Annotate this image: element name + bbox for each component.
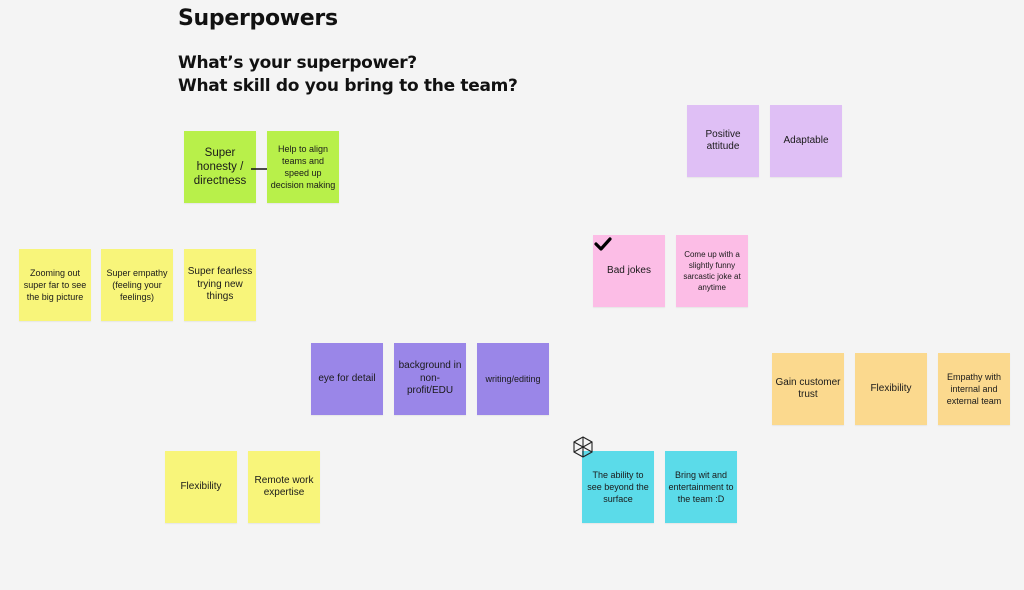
sticky-note[interactable]: Flexibility xyxy=(165,451,237,523)
sticky-note[interactable]: Gain customer trust xyxy=(772,353,844,425)
sticky-note-text: Super empathy (feeling your feelings) xyxy=(106,268,168,302)
sticky-note[interactable]: The ability to see beyond the surface xyxy=(582,451,654,523)
sticky-note[interactable]: Help to align teams and speed up decisio… xyxy=(267,131,339,203)
sticky-note[interactable]: Adaptable xyxy=(770,105,842,177)
sticky-note[interactable]: Empathy with internal and external team xyxy=(938,353,1010,425)
sticky-note-text: Zooming out super far to see the big pic… xyxy=(23,268,87,302)
subtitle-line-2: What skill do you bring to the team? xyxy=(178,76,518,96)
sticky-note-text: Positive attitude xyxy=(705,128,741,153)
sticky-note-text: Flexibility xyxy=(180,480,222,492)
sticky-note[interactable]: background in non-profit/EDU xyxy=(394,343,466,415)
sticky-note[interactable]: Zooming out super far to see the big pic… xyxy=(19,249,91,321)
sticky-note[interactable]: Flexibility xyxy=(855,353,927,425)
sticky-note[interactable]: Positive attitude xyxy=(687,105,759,177)
sticky-note[interactable]: Come up with a slightly funny sarcastic … xyxy=(676,235,748,307)
sticky-note-text: background in non-profit/EDU xyxy=(398,360,462,397)
sticky-note-text: Super honesty / directness xyxy=(193,147,247,187)
sticky-note-text: Come up with a slightly funny sarcastic … xyxy=(683,250,741,292)
sticky-note-text: eye for detail xyxy=(318,372,376,384)
sticky-note[interactable]: eye for detail xyxy=(311,343,383,415)
sticky-note[interactable]: Bring wit and entertainment to the team … xyxy=(665,451,737,523)
checkmark-icon xyxy=(594,237,612,251)
sticky-note-text: Adaptable xyxy=(783,134,829,146)
cube-cursor-icon xyxy=(573,436,593,458)
sticky-note-text: Flexibility xyxy=(870,382,912,394)
sticky-note-text: writing/editing xyxy=(485,374,541,384)
sticky-note-text: Gain customer trust xyxy=(775,376,841,401)
sticky-note-text: Super fearless trying new things xyxy=(187,266,253,303)
board-title: Superpowers xyxy=(178,6,338,31)
sticky-note-text: The ability to see beyond the surface xyxy=(587,470,649,504)
sticky-note-text: Bring wit and entertainment to the team … xyxy=(668,470,734,504)
sticky-note[interactable]: Super empathy (feeling your feelings) xyxy=(101,249,173,321)
board-subtitle: What’s your superpower? What skill do yo… xyxy=(178,52,518,98)
sticky-note-text: Remote work expertise xyxy=(254,474,314,499)
sticky-note-text: Empathy with internal and external team xyxy=(946,372,1002,406)
sticky-note-text: Help to align teams and speed up decisio… xyxy=(270,144,336,190)
sticky-note-text: Bad jokes xyxy=(607,264,651,276)
subtitle-line-1: What’s your superpower? xyxy=(178,53,417,73)
sticky-note[interactable]: Super honesty / directness xyxy=(184,131,256,203)
whiteboard-canvas[interactable]: Superpowers What’s your superpower? What… xyxy=(0,0,1024,590)
sticky-note[interactable]: writing/editing xyxy=(477,343,549,415)
sticky-note[interactable]: Remote work expertise xyxy=(248,451,320,523)
sticky-note[interactable]: Super fearless trying new things xyxy=(184,249,256,321)
